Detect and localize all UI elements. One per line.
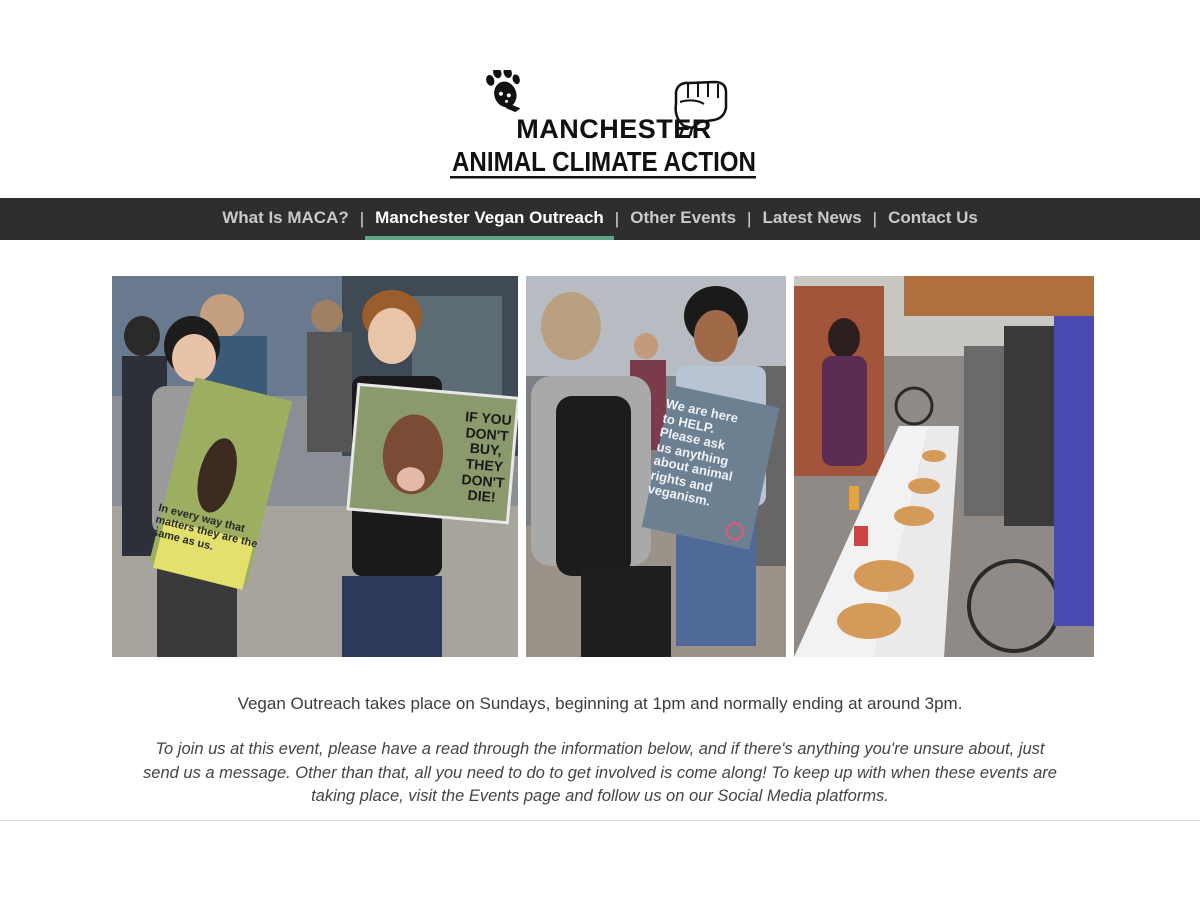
join-info-text: To join us at this event, please have a … [143, 740, 1057, 805]
photo-food-stall [794, 276, 1094, 657]
section-divider [0, 820, 1200, 821]
main-nav: What Is MACA? | Manchester Vegan Outreac… [0, 198, 1200, 240]
nav-item-vegan-outreach[interactable]: Manchester Vegan Outreach [365, 198, 614, 240]
site-logo[interactable]: MANCHESTER ANIMAL CLIMATE ACTION [448, 70, 760, 185]
nav-item-latest-news[interactable]: Latest News [752, 198, 871, 240]
photo-outreach-signs: In every way that matters they are the s… [112, 276, 518, 657]
nav-items: What Is MACA? | Manchester Vegan Outreac… [212, 198, 988, 240]
nav-item-other-events[interactable]: Other Events [620, 198, 746, 240]
photo-outreach-help-sign: We are here to HELP. Please ask us anyth… [526, 276, 786, 657]
nav-item-contact-us[interactable]: Contact Us [878, 198, 988, 240]
logo-line2: ANIMAL CLIMATE ACTION [452, 146, 756, 177]
sign-text-cow: IF YOU DON'T BUY, THEY DON'T DIE! [460, 408, 513, 506]
nav-item-what-is-maca[interactable]: What Is MACA? [212, 198, 359, 240]
site-header: MANCHESTER ANIMAL CLIMATE ACTION [0, 0, 1200, 198]
logo-line1: MANCHESTER [516, 114, 712, 144]
paw-icon [486, 70, 521, 113]
schedule-text: Vegan Outreach takes place on Sundays, b… [237, 694, 963, 713]
